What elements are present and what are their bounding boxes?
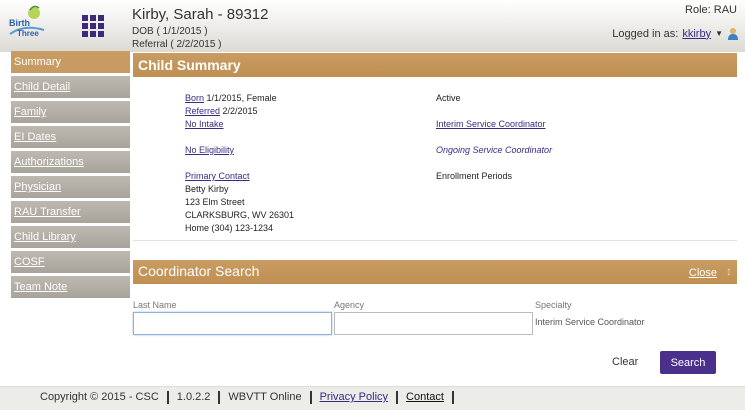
- user-role: Role: RAU: [685, 4, 737, 16]
- caret-down-icon[interactable]: ▼: [715, 29, 723, 38]
- footer-version: 1.0.2.2: [169, 391, 221, 404]
- sidebar-item-summary[interactable]: Summary: [11, 51, 130, 73]
- footer-copyright: Copyright © 2015 - CSC: [40, 391, 169, 404]
- contact-city: CLARKSBURG, WV 26301: [185, 210, 295, 220]
- no-eligibility-link[interactable]: No Eligibility: [185, 145, 234, 155]
- username-link[interactable]: kkirby: [682, 28, 711, 40]
- referred-value: 2/2/2015: [222, 106, 258, 116]
- agency-input[interactable]: [334, 312, 533, 335]
- coordinator-search-title: Coordinator Search: [138, 263, 260, 279]
- footer-items: Copyright © 2015 - CSC 1.0.2.2 WBVTT Onl…: [40, 391, 454, 404]
- coordinator-search-header: Coordinator Search Close ↕: [133, 260, 737, 284]
- svg-text:Birth: Birth: [9, 18, 30, 28]
- svg-text:Three: Three: [17, 29, 39, 38]
- summary-right-column: Active Interim Service Coordinator Ongoi…: [436, 92, 552, 183]
- born-link[interactable]: Born: [185, 93, 204, 103]
- sidebar-item-ei-dates[interactable]: EI Dates: [11, 126, 130, 148]
- sidebar-item-child-library[interactable]: Child Library: [11, 226, 130, 248]
- born-value: 1/1/2015, Female: [206, 93, 277, 103]
- referred-link[interactable]: Referred: [185, 106, 220, 116]
- specialty-value: Interim Service Coordinator: [535, 317, 645, 327]
- sidebar-item-team-note[interactable]: Team Note: [11, 276, 130, 298]
- sidebar-nav: Summary Child Detail Family EI Dates Aut…: [11, 51, 130, 301]
- born-row: Born 1/1/2015, Female: [185, 92, 294, 105]
- enrollment-periods-label: Enrollment Periods: [436, 171, 513, 181]
- close-link[interactable]: Close: [689, 267, 717, 279]
- interim-service-coordinator-link[interactable]: Interim Service Coordinator: [436, 119, 546, 129]
- specialty-label: Specialty: [535, 300, 572, 310]
- contact-phone: Home (304) 123-1234: [185, 223, 274, 233]
- sidebar-item-authorizations[interactable]: Authorizations: [11, 151, 130, 173]
- referred-row: Referred 2/2/2015: [185, 105, 294, 118]
- status-text: Active: [436, 93, 461, 103]
- logged-in-info: Logged in as: kkirby ▼: [612, 27, 739, 40]
- patient-referral: Referral ( 2/2/2015 ): [132, 39, 222, 50]
- footer-app-name: WBVTT Online: [220, 391, 312, 404]
- ongoing-service-coordinator: Ongoing Service Coordinator: [436, 145, 553, 155]
- agency-label: Agency: [334, 300, 365, 310]
- app-header: Birth Three Kirby, Sarah - 89312 DOB ( 1…: [0, 0, 745, 52]
- child-summary-panel: Born 1/1/2015, Female Referred 2/2/2015 …: [133, 77, 737, 241]
- contact-street: 123 Elm Street: [185, 197, 245, 207]
- summary-left-column: Born 1/1/2015, Female Referred 2/2/2015 …: [185, 92, 294, 235]
- last-name-input[interactable]: [133, 312, 332, 335]
- page-footer: Copyright © 2015 - CSC 1.0.2.2 WBVTT Onl…: [0, 386, 745, 410]
- sidebar-item-cosf[interactable]: COSF: [11, 251, 130, 273]
- search-button[interactable]: Search: [660, 351, 716, 374]
- sidebar-item-physician[interactable]: Physician: [11, 176, 130, 198]
- logged-in-label: Logged in as:: [612, 27, 679, 40]
- clear-button[interactable]: Clear: [612, 356, 638, 368]
- child-summary-header: Child Summary: [133, 53, 737, 77]
- user-icon[interactable]: [727, 27, 739, 40]
- apps-grid-icon[interactable]: [82, 15, 104, 37]
- contact-name: Betty Kirby: [185, 184, 229, 194]
- birth-to-three-logo[interactable]: Birth Three: [6, 4, 50, 42]
- resize-handle-icon[interactable]: ↕: [726, 264, 732, 278]
- patient-dob: DOB ( 1/1/2015 ): [132, 26, 208, 37]
- privacy-policy-link[interactable]: Privacy Policy: [320, 391, 388, 403]
- sidebar-item-rau-transfer[interactable]: RAU Transfer: [11, 201, 130, 223]
- sidebar-item-child-detail[interactable]: Child Detail: [11, 76, 130, 98]
- no-intake-link[interactable]: No Intake: [185, 119, 224, 129]
- sidebar-item-family[interactable]: Family: [11, 101, 130, 123]
- primary-contact-link[interactable]: Primary Contact: [185, 171, 250, 181]
- last-name-label: Last Name: [133, 300, 177, 310]
- patient-name: Kirby, Sarah - 89312: [132, 6, 269, 23]
- contact-link[interactable]: Contact: [406, 391, 444, 403]
- app-page: Birth Three Kirby, Sarah - 89312 DOB ( 1…: [0, 0, 745, 410]
